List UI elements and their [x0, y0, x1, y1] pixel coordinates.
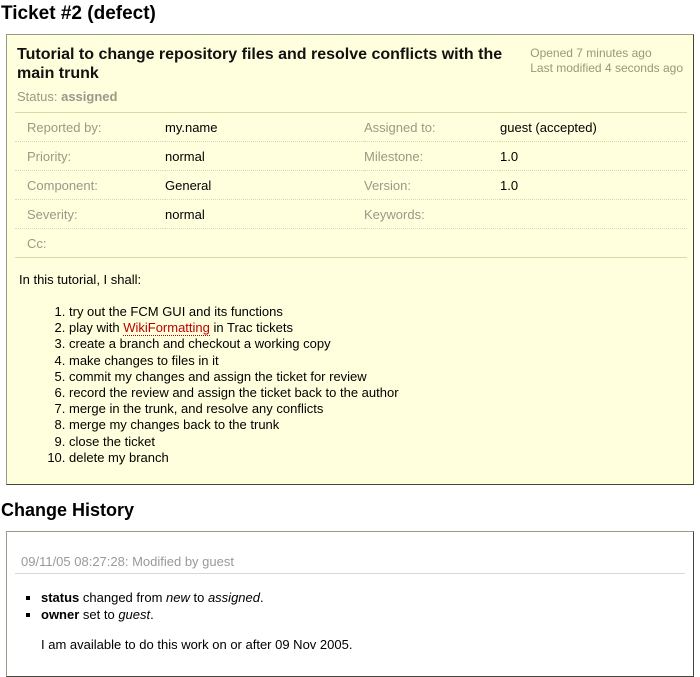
ticket-status-line: Status: assigned — [17, 89, 693, 104]
field-name: status — [41, 590, 80, 606]
property-value-reporter: my.name — [165, 112, 364, 142]
list-item: create a branch and checkout a working c… — [69, 336, 681, 352]
wikiformatting-link[interactable]: WikiFormatting — [123, 320, 210, 337]
change-item-owner: owner set to guest. — [41, 607, 693, 624]
list-item: merge my changes back to the trunk — [69, 417, 681, 433]
table-row: Cc: — [15, 229, 687, 258]
list-item: make changes to files in it — [69, 353, 681, 369]
property-label-version: Version: — [364, 170, 500, 200]
opened-ago-text: Opened 7 minutes ago — [530, 46, 652, 60]
ticket-summary: Tutorial to change repository files and … — [17, 46, 503, 82]
table-row: Priority: normal Milestone: 1.0 — [15, 141, 687, 171]
property-value-cc — [165, 229, 687, 258]
change-text: set to — [79, 606, 119, 622]
property-value-priority: normal — [165, 141, 364, 171]
change-text: to — [189, 590, 208, 606]
list-item-text: play with — [69, 320, 124, 336]
change-item-status: status changed from new to assigned. — [41, 590, 693, 607]
description-intro: In this tutorial, I shall: — [19, 272, 142, 287]
property-value-severity: normal — [165, 199, 364, 229]
list-item: play with WikiFormatting in Trac tickets — [69, 320, 681, 337]
table-row: Severity: normal Keywords: — [15, 199, 687, 229]
ticket-date-info: Opened 7 minutes ago Last modified 4 sec… — [530, 46, 683, 76]
new-value: assigned — [207, 590, 260, 606]
status-label: Status: — [17, 89, 58, 104]
property-value-keywords — [500, 199, 687, 229]
ticket-properties-table: Reported by: my.name Assigned to: guest … — [15, 112, 687, 258]
property-label-priority: Priority: — [15, 141, 165, 171]
old-value: new — [166, 590, 190, 606]
property-value-version: 1.0 — [500, 170, 687, 200]
change-comment: I am available to do this work on or aft… — [41, 637, 353, 653]
list-item: commit my changes and assign the ticket … — [69, 369, 681, 385]
new-value: guest — [118, 606, 151, 622]
ticket-box: Opened 7 minutes ago Last modified 4 sec… — [6, 34, 694, 486]
property-label-milestone: Milestone: — [364, 141, 500, 171]
table-row: Component: General Version: 1.0 — [15, 170, 687, 200]
property-value-component: General — [165, 170, 364, 200]
change-list: status changed from new to assigned. own… — [7, 590, 693, 623]
property-value-milestone: 1.0 — [500, 141, 687, 171]
property-label-component: Component: — [15, 170, 165, 200]
page-title: Ticket #2 (defect) — [1, 3, 156, 24]
list-item: delete my branch — [69, 450, 681, 466]
property-label-assigned-to: Assigned to: — [364, 112, 500, 142]
property-value-owner: guest (accepted) — [500, 112, 687, 142]
list-item: record the review and assign the ticket … — [69, 385, 681, 401]
list-item-text: in Trac tickets — [209, 320, 293, 336]
status-value: assigned — [61, 89, 118, 104]
property-label-severity: Severity: — [15, 199, 165, 229]
list-item: try out the FCM GUI and its functions — [69, 304, 681, 320]
change-text: changed from — [79, 590, 167, 606]
property-label-reported-by: Reported by: — [15, 112, 165, 142]
change-history-heading: Change History — [1, 500, 135, 521]
table-row: Reported by: my.name Assigned to: guest … — [15, 112, 687, 142]
property-label-keywords: Keywords: — [364, 199, 500, 229]
change-text: . — [260, 590, 264, 606]
field-name: owner — [41, 606, 80, 622]
list-item: merge in the trunk, and resolve any conf… — [69, 401, 681, 417]
tutorial-list: try out the FCM GUI and its functions pl… — [19, 304, 681, 466]
last-modified-text: Last modified 4 seconds ago — [530, 61, 683, 75]
change-history-box: 09/11/05 08:27:28: Modified by guest sta… — [6, 531, 694, 677]
change-entry-date: 09/11/05 08:27:28: Modified by guest — [15, 552, 685, 575]
property-label-cc: Cc: — [27, 236, 47, 251]
list-item: close the ticket — [69, 434, 681, 450]
change-text: . — [150, 606, 154, 622]
ticket-description: In this tutorial, I shall: try out the F… — [19, 272, 681, 466]
